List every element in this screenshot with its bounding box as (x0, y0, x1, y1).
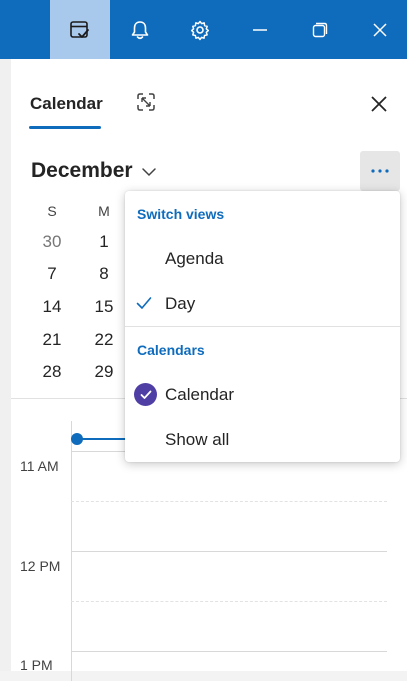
settings-button[interactable] (170, 0, 230, 59)
calendar-day[interactable]: 14 (33, 297, 71, 317)
left-strip (0, 59, 11, 671)
calendar-day[interactable]: 22 (85, 330, 123, 350)
calendar-day[interactable]: 28 (33, 362, 71, 382)
menu-item-label: Day (165, 294, 196, 313)
half-hour-line (71, 601, 387, 602)
menu-item-calendar[interactable]: Calendar (125, 373, 400, 417)
hour-line (71, 651, 387, 652)
switch-views-header: Switch views (137, 206, 225, 222)
tab-calendar[interactable]: Calendar (30, 94, 103, 114)
gear-icon (190, 20, 210, 40)
expand-icon[interactable] (136, 92, 156, 112)
close-pane-icon[interactable] (369, 94, 389, 114)
checkmark-icon (136, 297, 152, 309)
time-label: 11 AM (20, 458, 59, 474)
menu-separator (125, 326, 400, 327)
hour-line (71, 551, 387, 552)
restore-icon (312, 22, 328, 37)
menu-item-label: Calendar (165, 385, 234, 404)
calendar-color-swatch[interactable] (134, 383, 157, 406)
menu-item-label: Show all (165, 430, 230, 449)
calendar-day[interactable]: 1 (85, 232, 123, 252)
title-bar (0, 0, 407, 59)
menu-item-agenda[interactable]: Agenda (125, 237, 400, 281)
more-options-button[interactable] (360, 151, 400, 191)
close-window-button[interactable] (350, 0, 407, 59)
calendar-check-icon (70, 20, 89, 38)
checkmark-icon (140, 390, 151, 399)
menu-item-show-all[interactable]: Show all (125, 418, 400, 462)
minimize-button[interactable] (230, 0, 290, 59)
half-hour-line (71, 501, 387, 502)
calendar-day[interactable]: 30 (33, 232, 71, 252)
more-icon (371, 169, 389, 173)
calendar-day[interactable]: 15 (85, 297, 123, 317)
weekday-label: M (98, 203, 110, 219)
minimize-icon (253, 28, 267, 31)
calendar-day[interactable]: 7 (33, 264, 71, 284)
menu-item-day[interactable]: Day (125, 282, 400, 326)
bell-icon (131, 20, 149, 39)
tab-underline (29, 126, 101, 129)
restore-button[interactable] (290, 0, 350, 59)
close-icon (373, 22, 387, 37)
calendar-day[interactable]: 21 (33, 330, 71, 350)
calendars-header: Calendars (137, 342, 205, 358)
notifications-button[interactable] (110, 0, 170, 59)
weekday-label: S (47, 203, 57, 219)
chevron-down-icon[interactable] (141, 166, 157, 178)
month-label[interactable]: December (31, 159, 133, 183)
view-options-menu: Switch views Agenda Day Calendars Calend… (125, 191, 400, 462)
calendar-check-button[interactable] (50, 0, 110, 59)
time-label: 12 PM (20, 558, 61, 574)
menu-item-label: Agenda (165, 249, 224, 268)
calendar-day[interactable]: 29 (85, 362, 123, 382)
calendar-day[interactable]: 8 (85, 264, 123, 284)
